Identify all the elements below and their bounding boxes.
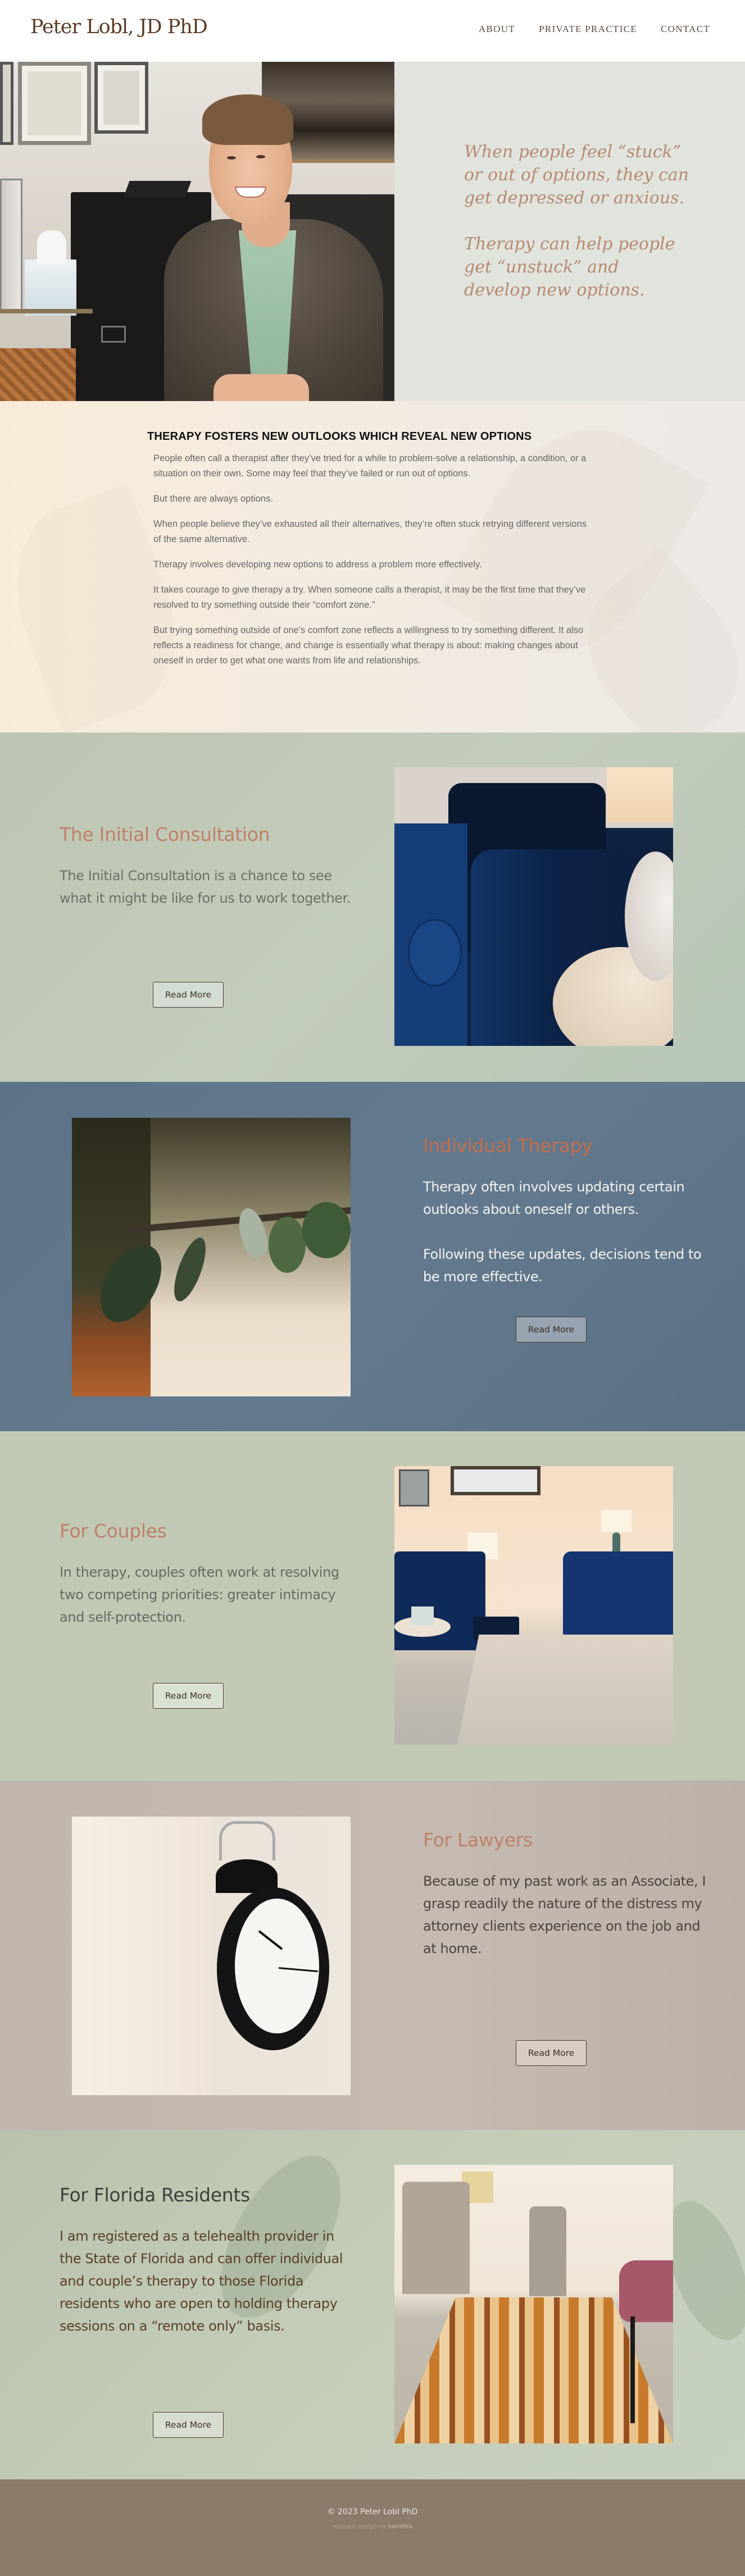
clasped-hands <box>213 374 309 401</box>
tissue <box>37 230 66 264</box>
credit-prefix: website design by <box>332 2523 388 2530</box>
bolster-pillow <box>408 919 462 986</box>
clock-handle <box>219 1821 275 1860</box>
section-body: The Initial Consultation is a chance to … <box>60 868 351 906</box>
waiting-room-photo <box>394 2165 673 2443</box>
alarm-clock-photo <box>72 1817 351 2095</box>
section-title: The Initial Consultation <box>60 823 270 845</box>
section-for-couples: For Couples In therapy, couples often wo… <box>0 1431 745 1781</box>
intro-heading: THERAPY FOSTERS NEW OUTLOOKS WHICH REVEA… <box>147 430 532 443</box>
hero-quote-1: When people feel “stuck” or out of optio… <box>464 142 689 208</box>
read-more-button[interactable]: Read More <box>153 1683 224 1709</box>
portrait-photo <box>0 62 394 401</box>
hair <box>202 94 293 145</box>
frame-icon <box>0 62 13 145</box>
tissue-box <box>411 1606 434 1626</box>
copyright-text: © 2023 Peter Lobl PhD <box>327 2507 418 2516</box>
intro-section: THERAPY FOSTERS NEW OUTLOOKS WHICH REVEA… <box>0 401 745 732</box>
ottoman-leg <box>630 2316 635 2423</box>
read-more-button[interactable]: Read More <box>516 1317 587 1342</box>
section-text: For Florida Residents I am registered as… <box>60 2184 352 2337</box>
section-title: For Couples <box>60 1520 167 1542</box>
hero-quote-2: Therapy can help people get “unstuck” an… <box>464 234 675 300</box>
nav-private-practice[interactable]: PRIVATE PRACTICE <box>539 24 637 35</box>
section-body: Therapy often involves updating certain … <box>423 1179 685 1217</box>
section-text: The Initial Consultation The Initial Con… <box>60 823 352 909</box>
rug <box>457 1635 673 1745</box>
read-more-button[interactable]: Read More <box>153 2412 224 2438</box>
therapy-room-photo <box>394 1466 673 1745</box>
drawer-handle <box>101 326 126 343</box>
site-header: Peter Lobl, JD PhD ABOUT PRIVATE PRACTIC… <box>0 0 745 62</box>
diploma-frame <box>18 62 91 145</box>
wall-picture <box>399 1469 429 1507</box>
eye <box>256 155 265 158</box>
hero-quote-panel: When people feel “stuck” or out of optio… <box>394 62 745 401</box>
window <box>0 179 22 313</box>
section-text: Individual Therapy Therapy often involve… <box>423 1135 715 1288</box>
section-body: I am registered as a telehealth provider… <box>60 2228 343 2334</box>
chair <box>529 2206 566 2296</box>
section-text: For Lawyers Because of my past work as a… <box>423 1829 715 1960</box>
plant-photo <box>72 1118 351 1396</box>
section-for-lawyers: For Lawyers Because of my past work as a… <box>0 1781 745 2130</box>
section-individual-therapy: Individual Therapy Therapy often involve… <box>0 1082 745 1431</box>
leaf <box>269 1217 306 1273</box>
section-title: Individual Therapy <box>423 1135 593 1157</box>
section-florida-residents: For Florida Residents I am registered as… <box>0 2130 745 2479</box>
intro-paragraph: But there are always options. <box>153 494 273 504</box>
leaf <box>167 1234 212 1305</box>
designer-link[interactable]: hamiltro <box>388 2523 412 2530</box>
blurred-foreground <box>72 1817 207 2095</box>
intro-paragraph: But trying something outside of one’s co… <box>153 625 584 666</box>
site-logo[interactable]: Peter Lobl, JD PhD <box>30 16 208 38</box>
wicker-basket <box>0 348 76 401</box>
lamp-shade <box>607 767 673 822</box>
section-text: For Couples In therapy, couples often wo… <box>60 1520 352 1628</box>
read-more-button[interactable]: Read More <box>153 982 224 1008</box>
design-credit: website design by hamiltro <box>0 2523 745 2530</box>
section-body: Because of my past work as an Associate,… <box>423 1873 706 1956</box>
section-initial-consultation: The Initial Consultation The Initial Con… <box>0 732 745 1082</box>
section-body: Following these updates, decisions tend … <box>423 1246 702 1285</box>
window <box>451 1466 540 1495</box>
printer <box>123 181 192 198</box>
certificate-frame <box>94 62 148 134</box>
lamp-shade <box>601 1510 632 1532</box>
pink-ottoman <box>619 2260 673 2322</box>
leaf <box>234 1205 271 1261</box>
nav-contact[interactable]: CONTACT <box>661 24 710 35</box>
intro-paragraph: People often call a therapist after they… <box>153 453 587 479</box>
leaf <box>302 1202 351 1258</box>
section-body: In therapy, couples often work at resolv… <box>60 1564 339 1625</box>
main-nav: ABOUT PRIVATE PRACTICE CONTACT <box>455 24 710 35</box>
intro-paragraph: When people believe they’ve exhausted al… <box>153 519 587 544</box>
hero-section: When people feel “stuck” or out of optio… <box>0 62 745 401</box>
intro-paragraph: Therapy involves developing new options … <box>153 559 482 570</box>
site-footer: © 2023 Peter Lobl PhD website design by … <box>0 2479 745 2576</box>
clock-face <box>235 1899 319 2033</box>
section-title: For Lawyers <box>423 1829 533 1851</box>
nav-about[interactable]: ABOUT <box>479 24 515 35</box>
section-title: For Florida Residents <box>60 2184 250 2206</box>
table-edge <box>0 309 93 313</box>
read-more-button[interactable]: Read More <box>516 2040 587 2066</box>
armchair-photo <box>394 767 673 1046</box>
eye <box>227 156 236 160</box>
tissue-box <box>25 260 76 316</box>
chair <box>402 2182 470 2294</box>
intro-paragraph: It takes courage to give therapy a try. … <box>153 585 586 610</box>
